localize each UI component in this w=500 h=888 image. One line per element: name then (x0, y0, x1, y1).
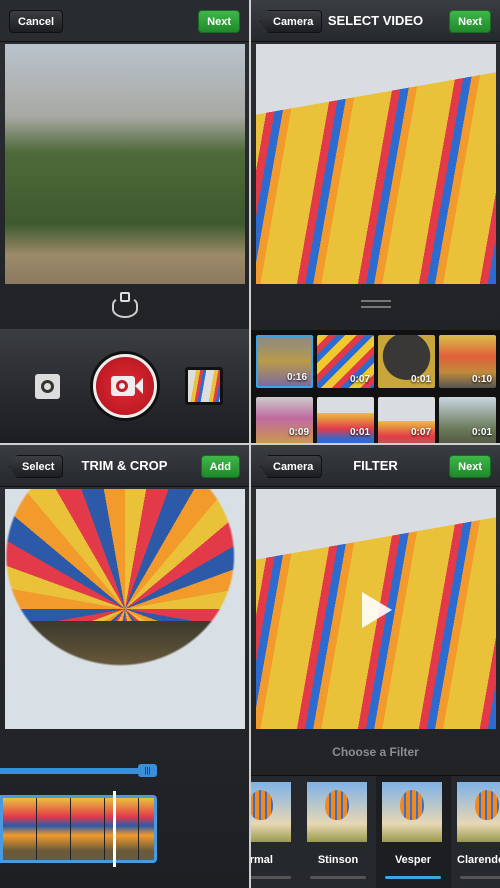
trim-crop-screen: Select TRIM & CROP Add ||| (0, 445, 249, 888)
filter-name: Clarendon (457, 854, 500, 866)
filter-indicator (310, 876, 366, 879)
trim-slider[interactable] (0, 768, 157, 774)
capture-controls (0, 329, 249, 443)
record-button[interactable] (93, 354, 157, 418)
next-button[interactable]: Next (449, 455, 491, 478)
add-button[interactable]: Add (200, 455, 240, 478)
duration-label: 0:01 (349, 427, 370, 438)
filter-vesper[interactable]: Vesper (376, 776, 451, 888)
next-button[interactable]: Next (449, 10, 491, 33)
top-bar: Select TRIM & CROP Add (0, 445, 249, 487)
filter-thumbnail (307, 782, 367, 842)
photo-mode-icon[interactable] (35, 374, 60, 399)
filter-indicator (385, 876, 441, 879)
duration-label: 0:01 (410, 374, 431, 385)
video-thumbnail[interactable]: 0:10 (439, 335, 496, 388)
video-thumbnail[interactable]: 0:07 (378, 397, 435, 443)
video-thumbnail[interactable]: 0:01 (439, 397, 496, 443)
filter-name: Vesper (394, 854, 432, 866)
video-thumbnail[interactable]: 0:01 (378, 335, 435, 388)
video-thumbnail[interactable]: 0:07 (317, 335, 374, 388)
duration-label: 0:01 (471, 427, 492, 438)
top-bar: Camera FILTER Next (251, 445, 500, 487)
filter-screen: Camera FILTER Next Choose a Filter Norma… (251, 445, 500, 888)
back-camera-button[interactable]: Camera (260, 455, 323, 478)
duration-label: 0:07 (349, 374, 370, 385)
filter-thumbnail (457, 782, 500, 842)
top-bar: Cancel Next (0, 0, 249, 42)
cancel-button[interactable]: Cancel (9, 10, 64, 33)
trim-handle[interactable]: ||| (138, 764, 157, 777)
video-grid: 0:16 0:07 0:01 0:10 0:09 0:01 0:07 0:01 (251, 330, 500, 443)
video-preview[interactable] (256, 489, 496, 729)
filter-indicator (251, 876, 291, 879)
video-thumbnail[interactable]: 0:01 (317, 397, 374, 443)
crop-preview[interactable] (5, 489, 245, 729)
filter-thumbnail (251, 782, 291, 842)
play-icon[interactable] (362, 592, 392, 628)
choose-filter-label: Choose a Filter (332, 745, 419, 759)
camera-viewfinder (5, 44, 245, 284)
filter-name: Stinson (317, 854, 359, 866)
gallery-thumbnail[interactable] (185, 367, 223, 405)
video-thumbnail[interactable]: 0:16 (256, 335, 313, 388)
filter-thumbnail (382, 782, 442, 842)
duration-label: 0:07 (410, 427, 431, 438)
switch-camera-icon[interactable] (112, 292, 138, 318)
select-video-screen: Camera SELECT VIDEO Next 0:16 0:07 0:01 … (251, 0, 500, 443)
filter-name: Normal (251, 854, 273, 866)
back-select-button[interactable]: Select (9, 455, 64, 478)
duration-label: 0:16 (286, 372, 307, 383)
drag-handle[interactable] (361, 300, 391, 308)
next-button[interactable]: Next (198, 10, 240, 33)
filter-indicator (460, 876, 500, 879)
camera-screen: Cancel Next (0, 0, 249, 443)
video-thumbnail[interactable]: 0:09 (256, 397, 313, 443)
filter-strip: Normal Stinson Vesper Clarendon (251, 775, 500, 888)
top-bar: Camera SELECT VIDEO Next (251, 0, 500, 42)
duration-label: 0:10 (471, 374, 492, 385)
back-camera-button[interactable]: Camera (260, 10, 323, 33)
playhead[interactable] (113, 791, 116, 867)
video-filmstrip[interactable] (0, 795, 157, 863)
video-preview (256, 44, 496, 284)
video-camera-icon (111, 376, 143, 396)
duration-label: 0:09 (288, 427, 309, 438)
